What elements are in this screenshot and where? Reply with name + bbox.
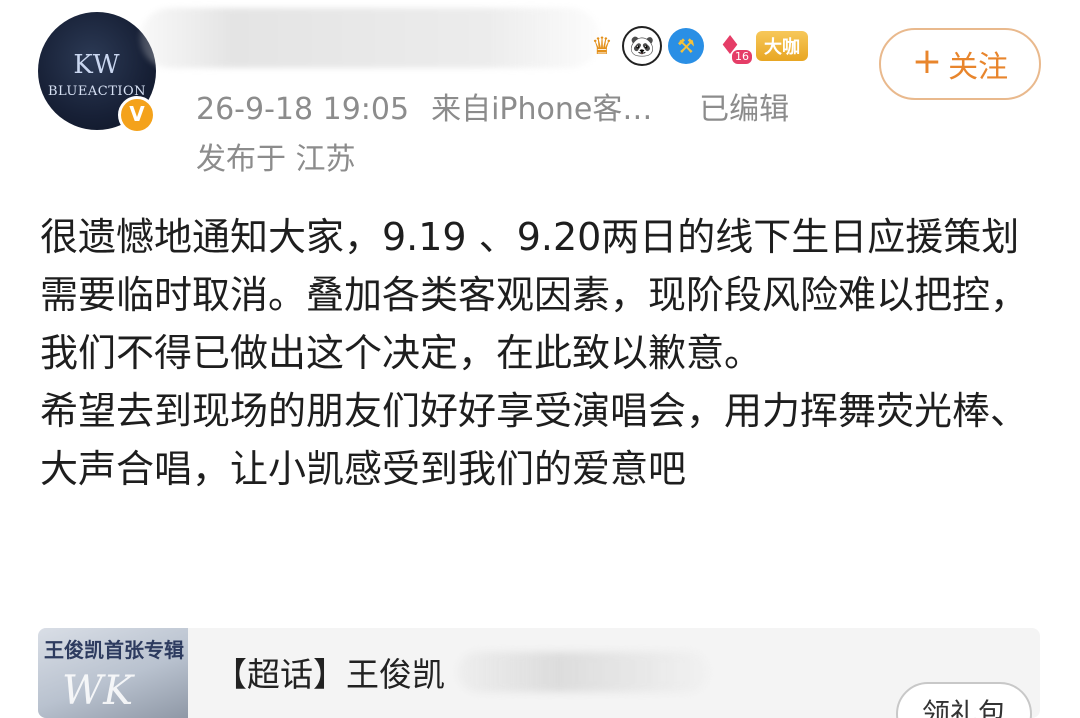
supertopic-card[interactable]: 王俊凯首张专辑 WK 【超话】王俊凯 领礼包 bbox=[38, 628, 1040, 718]
diamond-level-icon[interactable]: ♦ 16 bbox=[710, 26, 752, 66]
post-source[interactable]: 来自iPhone客… bbox=[431, 84, 677, 128]
post-content: 很遗憾地通知大家，9.19 、9.20两日的线下生日应援策划需要临时取消。叠加各… bbox=[40, 208, 1030, 498]
crown-icon[interactable]: ♛ bbox=[588, 26, 616, 66]
follow-button[interactable]: + 关注 bbox=[879, 28, 1041, 100]
supertopic-thumbnail: 王俊凯首张专辑 WK bbox=[38, 628, 188, 718]
thumbnail-title: 王俊凯首张专辑 bbox=[44, 638, 184, 662]
post-paragraph: 很遗憾地通知大家，9.19 、9.20两日的线下生日应援策划需要临时取消。叠加各… bbox=[40, 215, 1029, 375]
plus-icon: + bbox=[911, 41, 943, 82]
avatar-logo-mark: KW bbox=[73, 50, 121, 80]
claim-gift-button[interactable]: 领礼包 bbox=[896, 682, 1032, 718]
post-timestamp: 26-9-18 19:05 bbox=[196, 92, 410, 127]
badge-row: ♛ 🐼 ⚒ ♦ 16 大咖 bbox=[588, 24, 808, 68]
thumbnail-mark: WK bbox=[62, 668, 133, 714]
supertopic-title: 【超话】王俊凯 bbox=[214, 655, 445, 694]
post-meta: 26-9-18 19:05 来自iPhone客… 已编辑 bbox=[196, 84, 789, 128]
edited-label[interactable]: 已编辑 bbox=[699, 92, 789, 127]
verified-icon: V bbox=[118, 96, 156, 134]
post-paragraph: 希望去到现场的朋友们好好享受演唱会，用力挥舞荧光棒、大声合唱，让小凯感受到我们的… bbox=[40, 389, 1029, 491]
diamond-level-number: 16 bbox=[732, 50, 752, 64]
username-blurred[interactable] bbox=[140, 8, 600, 68]
title-blurred bbox=[458, 652, 708, 692]
shield-hammer-icon[interactable]: ⚒ bbox=[668, 28, 704, 64]
post-location: 发布于 江苏 bbox=[196, 142, 356, 177]
vip-badge[interactable]: 大咖 bbox=[756, 31, 808, 61]
panda-icon[interactable]: 🐼 bbox=[622, 26, 662, 66]
follow-label: 关注 bbox=[948, 50, 1009, 85]
